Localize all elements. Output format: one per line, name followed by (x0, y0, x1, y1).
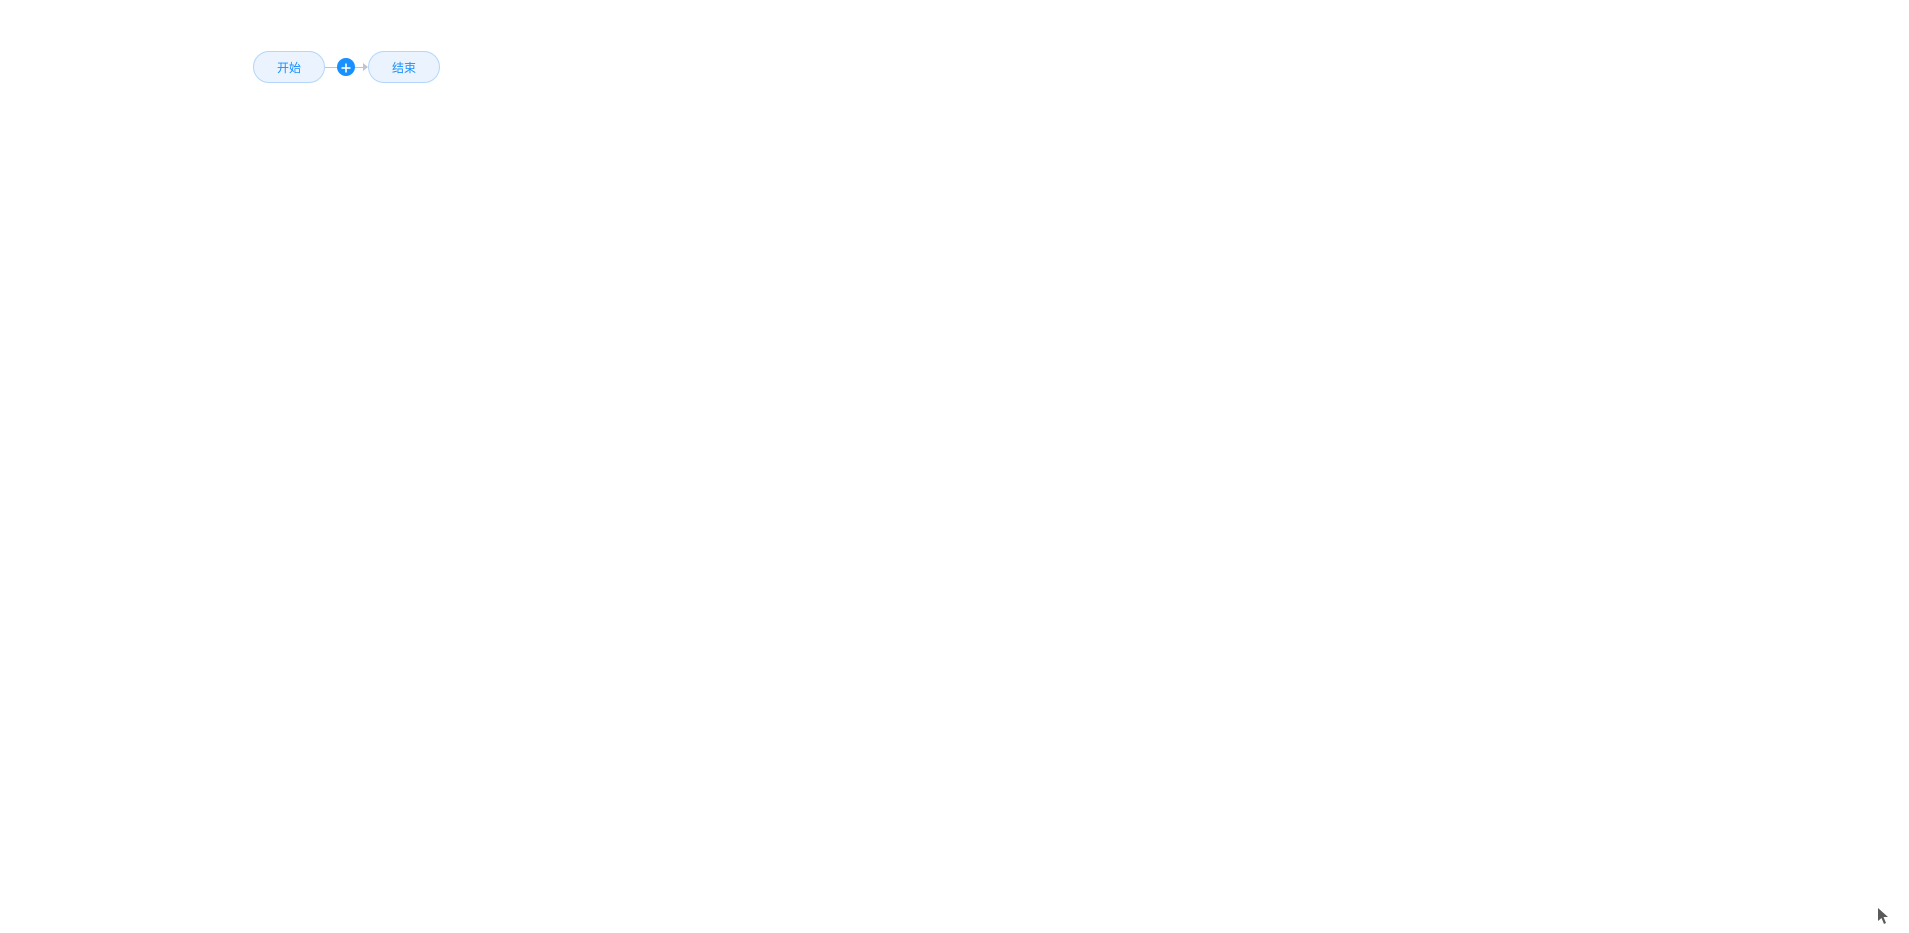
cursor-icon (1877, 907, 1891, 925)
flow-connector (325, 58, 368, 76)
flow-node-end[interactable]: 结束 (368, 51, 440, 83)
connector-line (355, 67, 363, 68)
plus-icon (341, 58, 351, 77)
flow-node-start[interactable]: 开始 (253, 51, 325, 83)
connector-line (325, 67, 337, 68)
flow-container: 开始 结束 (253, 51, 440, 83)
flow-node-start-label: 开始 (277, 59, 301, 76)
add-node-button[interactable] (337, 58, 355, 76)
flow-node-end-label: 结束 (392, 59, 416, 76)
